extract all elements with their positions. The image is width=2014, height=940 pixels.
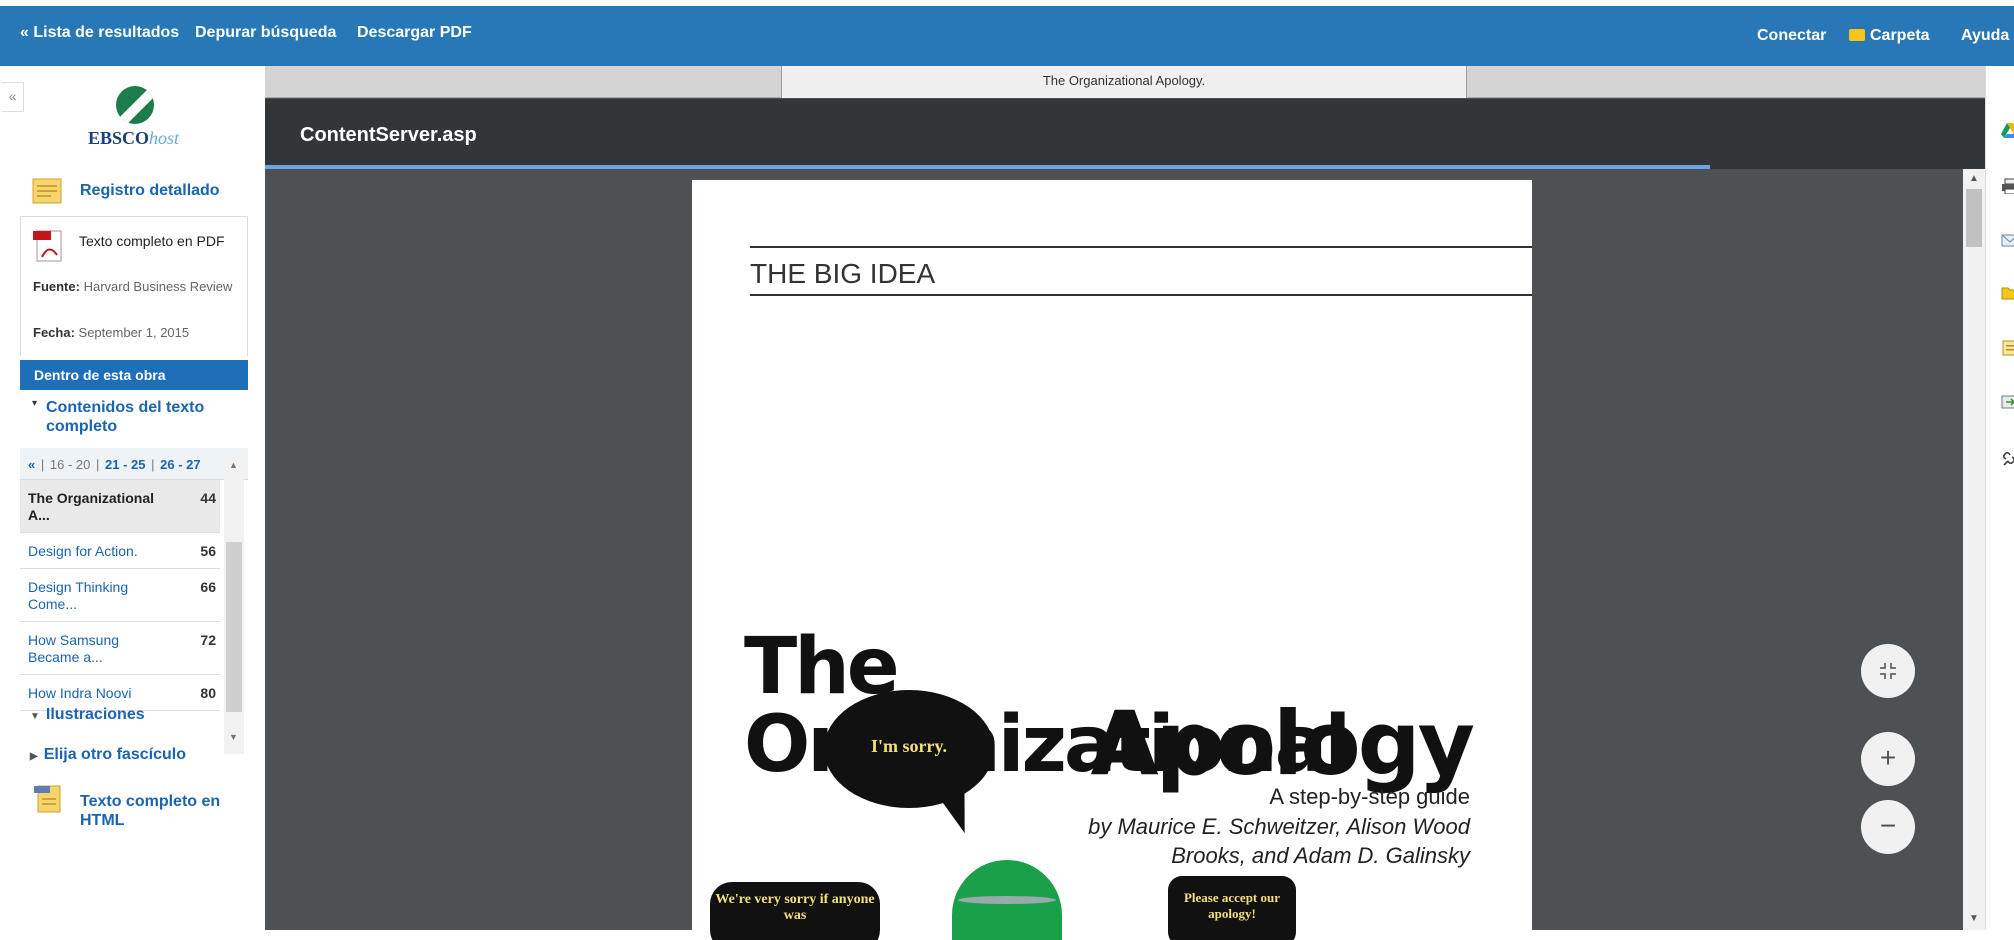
illustrations-toggle[interactable]: ▼ Ilustraciones <box>30 706 145 724</box>
section-header: Dentro de esta obra <box>20 360 248 390</box>
cite-icon[interactable] <box>2001 340 2014 356</box>
ebsco-logo: EBSCOhost <box>88 128 179 149</box>
folder-icon <box>1849 29 1865 41</box>
zoom-in-button[interactable]: + <box>1861 732 1915 786</box>
save-folder-icon[interactable] <box>2001 284 2014 300</box>
toc-item-page: 80 <box>200 685 216 701</box>
email-icon[interactable] <box>2001 232 2014 248</box>
sidebar: « EBSCOhost Registro detallado Texto com… <box>0 66 265 930</box>
top-nav-bar: « Lista de resultados Depurar búsqueda D… <box>0 0 2014 66</box>
scroll-thumb[interactable] <box>1966 189 1982 247</box>
pdf-toolbar: ContentServer.asp <box>265 99 1985 169</box>
results-list-link[interactable]: « Lista de resultados <box>20 24 179 42</box>
print-icon[interactable] <box>2001 178 2014 194</box>
html-doc-icon <box>34 785 61 813</box>
document-tab[interactable]: The Organizational Apology. <box>781 66 1467 98</box>
speech-bubble: Please accept our apology! <box>1168 876 1296 940</box>
toc-item-page: 72 <box>200 632 216 648</box>
toc-item[interactable]: Design for Action. 56 <box>20 533 220 569</box>
toc-item-page: 56 <box>200 543 216 559</box>
article-byline: by Maurice E. Schweitzer, Alison Wood Br… <box>1088 814 1470 868</box>
toc-item-title: The Organizational A... <box>28 490 155 523</box>
permalink-icon[interactable] <box>2001 450 2014 466</box>
pdf-icon <box>33 230 62 262</box>
toc-item-title: Design Thinking Come... <box>28 579 129 612</box>
divider <box>750 294 1532 296</box>
toc-item-title: Design for Action. <box>28 543 138 559</box>
article-title-line2: Apology <box>1090 692 1475 795</box>
fit-page-button[interactable] <box>1861 644 1915 698</box>
toc-pager: « | 16 - 20 | 21 - 25 | 26 - 27 <box>20 448 248 480</box>
other-issue-label: Elija otro fascículo <box>43 746 186 763</box>
date-field: Fecha: September 1, 2015 <box>33 323 243 343</box>
scroll-up-icon[interactable]: ▲ <box>1969 173 1979 184</box>
scroll-thumb[interactable] <box>226 542 242 712</box>
scroll-up-icon[interactable]: ▲ <box>229 460 238 470</box>
source-value: Harvard Business Review <box>83 279 233 294</box>
folder-label: Carpeta <box>1870 27 1930 44</box>
pager-prev-button[interactable]: « <box>28 457 35 472</box>
speech-bubble: We're very sorry if anyone was <box>710 882 880 940</box>
collapsed-triangle-icon: ▶ <box>30 751 38 762</box>
zoom-out-button[interactable]: − <box>1861 800 1915 854</box>
source-field: Fuente: Harvard Business Review <box>33 277 243 297</box>
tools-panel <box>1985 66 2014 930</box>
refine-search-link[interactable]: Depurar búsqueda <box>195 24 336 42</box>
pdf-viewer: The Organizational Apology. ContentServe… <box>265 66 1985 940</box>
toc-scrollbar[interactable]: ▲ ▼ <box>224 454 244 754</box>
green-character-illustration <box>952 860 1062 940</box>
toc-toggle[interactable]: Contenidos del texto completo <box>46 398 236 436</box>
date-value: September 1, 2015 <box>78 325 190 340</box>
google-drive-icon[interactable] <box>2001 122 2014 138</box>
pdf-panel: Texto completo en PDF Fuente: Harvard Bu… <box>20 216 248 356</box>
ebsco-logo-icon <box>116 86 154 124</box>
pager-sep: | <box>40 457 45 472</box>
load-progress-bar <box>265 165 1710 169</box>
section-label: THE BIG IDEA <box>750 258 936 289</box>
illustrations-label: Ilustraciones <box>45 706 145 723</box>
pager-link[interactable]: 21 - 25 <box>105 457 145 472</box>
expand-triangle-icon: ▼ <box>30 711 40 722</box>
pager-link[interactable]: 26 - 27 <box>160 457 200 472</box>
html-full-text-link[interactable]: Texto completo en HTML <box>80 792 230 830</box>
viewer-scrollbar[interactable]: ▲ ▼ <box>1963 169 1985 930</box>
logo-main: EBSCO <box>88 128 150 148</box>
collapse-sidebar-button[interactable]: « <box>2 82 24 112</box>
date-key: Fecha: <box>33 325 75 340</box>
article-subtitle: A step-by-step guide <box>1269 784 1470 809</box>
download-pdf-link[interactable]: Descargar PDF <box>357 24 472 42</box>
other-issue-toggle[interactable]: ▶ Elija otro fascículo <box>30 746 186 764</box>
file-name: ContentServer.asp <box>300 124 477 146</box>
speech-bubble: I'm sorry. <box>824 690 994 808</box>
viewer-tab-bar: The Organizational Apology. <box>265 66 1985 98</box>
toc-item[interactable]: Design Thinking Come... 66 <box>20 569 220 622</box>
toc-item[interactable]: The Organizational A... 44 <box>20 480 220 533</box>
pager-sep: | <box>151 457 155 472</box>
export-icon[interactable] <box>2001 394 2014 410</box>
toc-item[interactable]: How Samsung Became a... 72 <box>20 622 220 675</box>
folder-link[interactable]: Carpeta <box>1849 27 1930 45</box>
pager-sep: | <box>95 457 100 472</box>
pdf-full-text-link[interactable]: Texto completo en PDF <box>79 233 229 250</box>
fit-page-icon <box>1880 663 1896 679</box>
scroll-down-icon[interactable]: ▼ <box>1969 913 1979 924</box>
pdf-page: THE BIG IDEA The Organizational I'm sorr… <box>692 180 1532 940</box>
divider <box>750 246 1532 248</box>
source-key: Fuente: <box>33 279 80 294</box>
topbar-line <box>0 0 2014 6</box>
scroll-down-icon[interactable]: ▼ <box>229 732 238 742</box>
detailed-record-link[interactable]: Registro detallado <box>80 182 220 200</box>
toc-item-title: How Indra Noovi <box>28 685 132 701</box>
expanded-triangle-icon: ▾ <box>32 398 38 409</box>
toc-item-page: 44 <box>200 490 216 506</box>
toc-item-page: 66 <box>200 579 216 595</box>
logo-suffix: host <box>149 128 180 148</box>
pager-current: 16 - 20 <box>49 457 91 472</box>
help-link[interactable]: Ayuda <box>1961 27 2009 45</box>
connect-link[interactable]: Conectar <box>1757 27 1826 45</box>
toc-item-title: How Samsung Became a... <box>28 632 120 665</box>
detailed-record-icon <box>32 178 62 204</box>
